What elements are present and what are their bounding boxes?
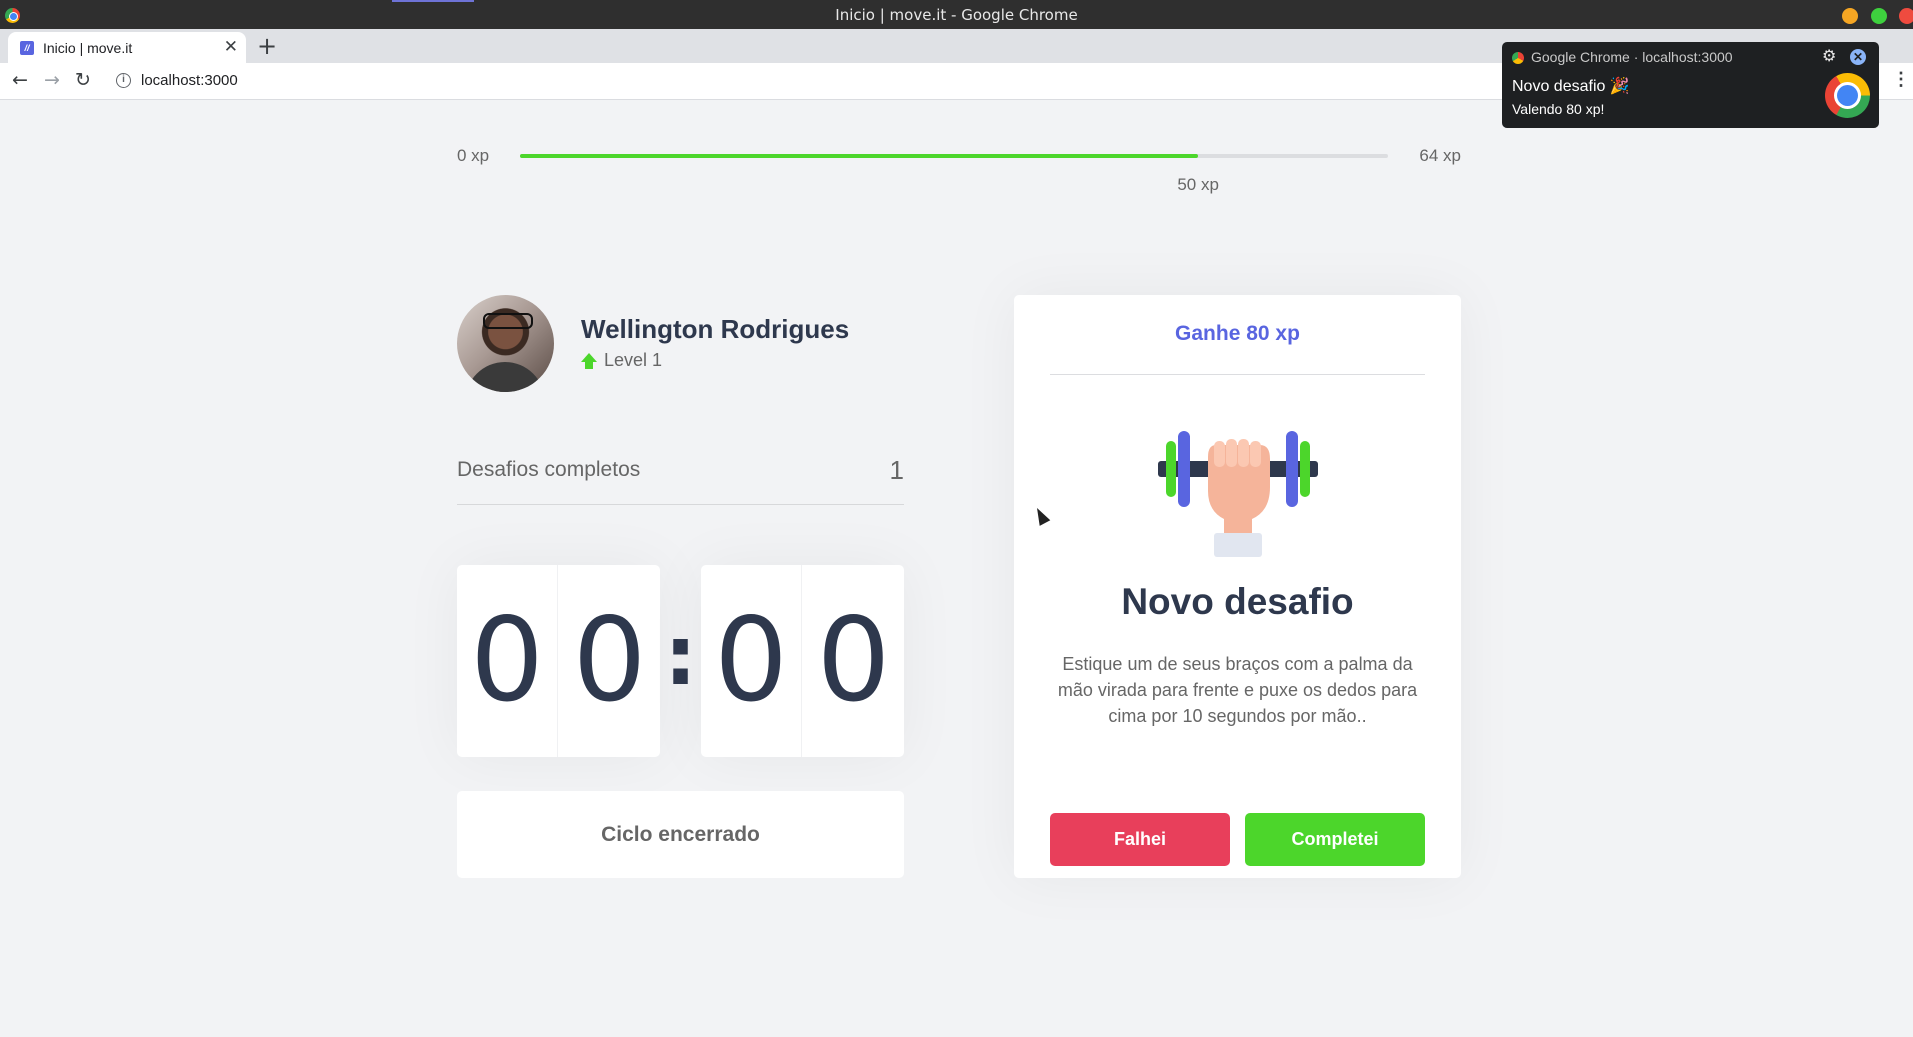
- completed-challenges-count: 1: [889, 455, 904, 485]
- move-it-favicon-icon: //: [20, 41, 34, 55]
- notification-close-icon[interactable]: ✕: [1850, 49, 1866, 65]
- minute-digit-left: 0: [457, 565, 558, 757]
- completed-challenges: Desafios completos 1: [457, 453, 904, 505]
- chrome-logo-icon: [1825, 73, 1870, 118]
- window-title: Inicio | move.it - Google Chrome: [835, 6, 1078, 24]
- notification-settings-gear-icon[interactable]: ⚙: [1822, 46, 1836, 65]
- challenge-box: Ganhe 80 xp Novo desafio Estique um de s…: [1014, 295, 1461, 878]
- notification-title: Novo desafio 🎉: [1512, 78, 1630, 95]
- page-content: 0 xp 50 xp 64 xp Wellington Rodrigues Le…: [0, 101, 1913, 1037]
- tab-title: Inicio | move.it: [43, 40, 133, 56]
- titlebar-accent: [392, 0, 474, 2]
- maximize-window-button[interactable]: [1871, 8, 1887, 24]
- window-titlebar: Inicio | move.it - Google Chrome: [0, 0, 1913, 29]
- dumbbell-hand-icon: [1158, 431, 1318, 557]
- site-info-icon[interactable]: i: [116, 73, 131, 88]
- xp-min-label: 0 xp: [457, 146, 490, 165]
- second-digit-left: 0: [701, 565, 802, 757]
- completed-challenges-label: Desafios completos: [457, 458, 641, 481]
- back-arrow-icon[interactable]: ←: [12, 69, 28, 91]
- close-tab-icon[interactable]: ✕: [224, 37, 238, 57]
- forward-arrow-icon[interactable]: →: [44, 69, 60, 91]
- notification-body: Valendo 80 xp!: [1512, 101, 1605, 117]
- countdown-seconds: 0 0: [701, 565, 904, 757]
- second-digit-right: 0: [816, 593, 891, 728]
- minimize-window-button[interactable]: [1842, 8, 1858, 24]
- xp-max-label: 64 xp: [1419, 146, 1461, 165]
- xp-current-label: 50 xp: [1177, 175, 1219, 194]
- xp-track: 50 xp: [520, 154, 1388, 194]
- level-up-arrow-icon: [581, 353, 597, 369]
- tab-inicio[interactable]: // Inicio | move.it ✕: [8, 32, 246, 63]
- challenge-description: Estique um de seus braços com a palma da…: [1057, 654, 1418, 726]
- avatar: [457, 295, 554, 392]
- countdown-minutes: 0 0: [457, 565, 660, 757]
- challenge-title: Novo desafio: [1121, 581, 1354, 622]
- minute-digit-right: 0: [572, 593, 647, 728]
- close-window-button[interactable]: [1899, 8, 1913, 24]
- level-label: Level 1: [604, 350, 663, 370]
- challenge-completed-button[interactable]: Completei: [1245, 813, 1425, 866]
- challenge-failed-button[interactable]: Falhei: [1050, 813, 1230, 866]
- experience-bar: 0 xp 50 xp 64 xp: [457, 146, 1461, 206]
- chrome-small-icon: [1512, 52, 1524, 64]
- browser-menu-icon[interactable]: ⋮: [1892, 69, 1910, 90]
- countdown: 0 0 : 0 0: [457, 565, 904, 757]
- chrome-notification[interactable]: Google Chrome · localhost:3000 ⚙ ✕ Novo …: [1502, 42, 1879, 128]
- cycle-ended-button[interactable]: Ciclo encerrado: [457, 791, 904, 878]
- address-bar-url[interactable]: localhost:3000: [141, 72, 238, 89]
- countdown-separator: :: [664, 609, 697, 704]
- reload-icon[interactable]: ↻: [75, 69, 91, 91]
- new-tab-button[interactable]: +: [257, 32, 277, 60]
- notification-source: Google Chrome · localhost:3000: [1531, 49, 1733, 65]
- profile-name: Wellington Rodrigues: [581, 314, 850, 344]
- xp-progress-fill: [520, 154, 1199, 158]
- profile: Wellington Rodrigues Level 1: [457, 295, 907, 395]
- challenge-xp-header: Ganhe 80 xp: [1050, 295, 1425, 375]
